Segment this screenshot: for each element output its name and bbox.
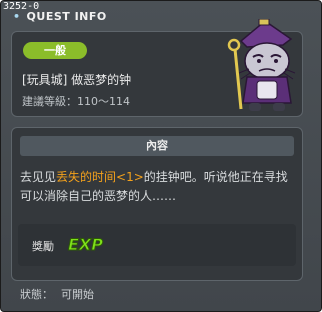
level-range: 110～114 <box>77 95 130 108</box>
content-header: 內容 <box>20 136 294 156</box>
desc-npc-highlight[interactable]: 丢失的时间<1> <box>56 170 144 184</box>
desc-before: 去见见 <box>20 170 57 184</box>
window-title-label: QUEST INFO <box>26 10 107 23</box>
quest-level: 建議等級：110～114 <box>22 93 130 109</box>
quest-name: [玩具城] 做恶梦的钟 <box>22 73 132 87</box>
quest-info-window: 3252-0 • QUEST INFO 一般 [玩具城] 做恶梦的钟 建議等級：1… <box>0 0 322 312</box>
quest-content-panel: 內容 去见见丢失的时间<1>的挂钟吧。听说他正在寻找可以消除自己的恶梦的人…… … <box>11 127 303 281</box>
category-badge: 一般 <box>23 42 87 59</box>
status-label: 狀態： <box>20 288 53 301</box>
title-dot-icon: • <box>13 10 21 23</box>
reward-label: 獎勵 <box>32 240 54 253</box>
exp-icon-text: EXP <box>68 235 103 254</box>
quest-description: 去见见丢失的时间<1>的挂钟吧。听说他正在寻找可以消除自己的恶梦的人…… <box>20 168 298 206</box>
reward-row: 獎勵 EXP <box>18 224 296 266</box>
clock-npc-icon <box>227 19 296 111</box>
window-title: • QUEST INFO <box>13 10 107 23</box>
exp-icon: EXP <box>68 235 104 255</box>
quest-status: 狀態： 可開始 <box>20 286 94 302</box>
status-value: 可開始 <box>61 288 94 301</box>
level-label: 建議等級： <box>22 95 77 108</box>
